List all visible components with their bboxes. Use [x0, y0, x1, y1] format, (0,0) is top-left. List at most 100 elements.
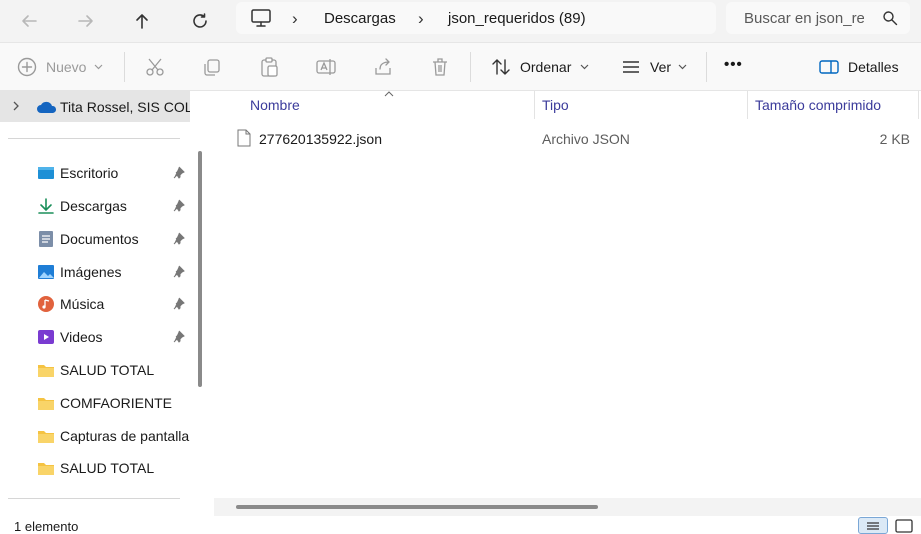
sort-ascending-icon [384, 91, 394, 97]
breadcrumb-separator[interactable]: › [418, 9, 424, 29]
breadcrumb-descargas[interactable]: Descargas [324, 10, 396, 27]
sidebar-item-label: SALUD TOTAL [60, 362, 155, 378]
chevron-right-icon[interactable] [10, 100, 22, 112]
sidebar-item-label: Descargas [60, 198, 127, 214]
navigation-bar: › Descargas › json_requeridos (89) Busca… [0, 0, 921, 43]
documents-icon [39, 231, 53, 247]
sort-icon[interactable] [490, 56, 512, 78]
toolbar-divider [470, 52, 471, 82]
search-input[interactable]: Buscar en json_requeridos [744, 10, 864, 27]
up-button[interactable] [125, 4, 159, 38]
file-icon [237, 129, 251, 147]
search-icon [883, 11, 898, 26]
sidebar-item-descargas[interactable]: Descargas [0, 191, 190, 221]
delete-icon[interactable] [429, 56, 451, 78]
sidebar-item-label: Capturas de pantalla [60, 428, 190, 444]
sidebar-item-onedrive[interactable]: Tita Rossel, SIS COLOMBIA [0, 91, 190, 122]
videos-icon [38, 330, 54, 344]
folder-icon [38, 398, 54, 410]
item-count: 1 elemento [14, 519, 79, 534]
new-button[interactable]: Nuevo [46, 59, 86, 75]
arrow-up-icon [136, 14, 148, 29]
sidebar-item-label: Escritorio [60, 165, 119, 181]
sidebar-item-imagenes[interactable]: Imágenes [0, 257, 190, 287]
address-bar[interactable]: › Descargas › json_requeridos (89) [236, 2, 716, 34]
column-header-name[interactable]: Nombre [250, 97, 300, 113]
details-view-icon [867, 522, 879, 530]
arrow-right-icon [78, 15, 93, 27]
plus-circle-icon[interactable] [16, 56, 38, 78]
tiles-view-icon[interactable] [895, 519, 913, 533]
column-header-size[interactable]: Tamaño comprimido [755, 97, 881, 113]
sidebar-item-escritorio[interactable]: Escritorio [0, 158, 190, 188]
details-button[interactable]: Detalles [848, 59, 899, 75]
sidebar-item-label: SALUD TOTAL [60, 460, 155, 476]
folder-icon [38, 463, 54, 475]
file-row[interactable]: 277620135922.json Archivo JSON 2 KB [214, 123, 921, 153]
download-icon [38, 198, 54, 214]
rename-icon[interactable] [315, 56, 337, 78]
paste-icon[interactable] [258, 56, 280, 78]
sidebar-divider [8, 498, 180, 499]
pin-icon[interactable] [172, 199, 185, 212]
sidebar-item-salud-total[interactable]: SALUD TOTAL [0, 355, 190, 385]
file-list-pane: Nombre Tipo Tamaño comprimido 2776201359… [214, 91, 921, 516]
cut-icon[interactable] [144, 56, 166, 78]
sidebar-item-label: Videos [60, 329, 103, 345]
pin-icon[interactable] [172, 232, 185, 245]
column-divider[interactable] [747, 91, 748, 119]
chevron-down-icon [94, 64, 103, 70]
share-icon[interactable] [372, 56, 394, 78]
more-options-button[interactable]: ••• [724, 56, 743, 73]
breadcrumb-current-folder[interactable]: json_requeridos (89) [448, 10, 586, 27]
folder-icon [38, 365, 54, 377]
refresh-icon [193, 13, 207, 28]
folder-icon [38, 431, 54, 443]
column-divider[interactable] [534, 91, 535, 119]
back-button[interactable] [12, 4, 46, 38]
sidebar-item-videos[interactable]: Videos [0, 322, 190, 352]
file-name: 277620135922.json [259, 131, 383, 147]
computer-icon[interactable] [250, 8, 272, 28]
navigation-pane: Tita Rossel, SIS COLOMBIA Escritorio Des… [0, 91, 212, 516]
pin-icon[interactable] [172, 330, 185, 343]
pin-icon[interactable] [172, 265, 185, 278]
toolbar-divider [706, 52, 707, 82]
sidebar-item-label: Música [60, 296, 105, 312]
onedrive-cloud-icon [37, 101, 57, 113]
sidebar-item-salud-total-2[interactable]: SALUD TOTAL [0, 453, 190, 483]
sidebar-item-musica[interactable]: Música [0, 289, 190, 319]
breadcrumb-separator[interactable]: › [292, 9, 298, 29]
column-header-type[interactable]: Tipo [542, 97, 569, 113]
details-view-button[interactable] [858, 517, 888, 534]
chevron-down-icon [678, 64, 687, 70]
file-size: 2 KB [879, 131, 910, 147]
sidebar-scrollbar[interactable] [198, 151, 202, 387]
command-toolbar: Nuevo Ordenar Ver ••• Detalles [0, 43, 921, 91]
details-pane-icon[interactable] [818, 56, 840, 78]
chevron-down-icon [580, 64, 589, 70]
forward-button[interactable] [69, 4, 103, 38]
refresh-button[interactable] [183, 4, 217, 38]
horizontal-scrollbar[interactable] [214, 498, 921, 516]
sidebar-item-label: COMFAORIENTE [60, 395, 173, 411]
arrow-left-icon [22, 15, 37, 27]
file-type: Archivo JSON [542, 131, 630, 147]
sidebar-item-label: Documentos [60, 231, 139, 247]
sidebar-item-label: Tita Rossel, SIS COLOMBIA [60, 99, 190, 115]
pin-icon[interactable] [172, 297, 185, 310]
toolbar-divider [124, 52, 125, 82]
pin-icon[interactable] [172, 166, 185, 179]
copy-icon[interactable] [201, 56, 223, 78]
music-icon [38, 296, 54, 312]
sidebar-item-capturas[interactable]: Capturas de pantalla [0, 421, 190, 451]
column-divider[interactable] [918, 91, 919, 119]
search-box[interactable]: Buscar en json_requeridos [726, 2, 910, 34]
sort-button[interactable]: Ordenar [520, 59, 571, 75]
horizontal-scrollbar-thumb[interactable] [236, 505, 598, 509]
view-button[interactable]: Ver [650, 59, 671, 75]
sidebar-item-comfaoriente[interactable]: COMFAORIENTE [0, 388, 190, 418]
sidebar-item-documentos[interactable]: Documentos [0, 224, 190, 254]
view-lines-icon[interactable] [620, 56, 642, 78]
status-bar: 1 elemento [0, 516, 921, 534]
